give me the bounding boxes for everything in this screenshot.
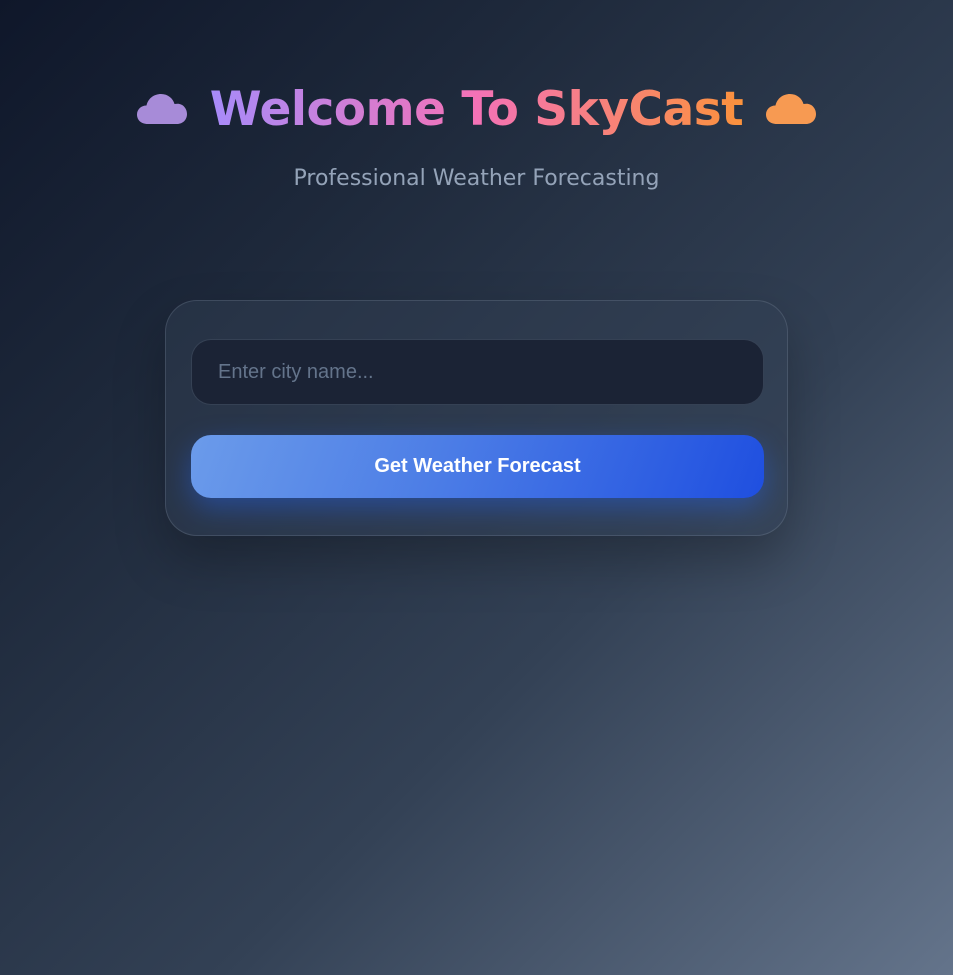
cloud-icon [765,92,817,128]
page-header: Welcome To SkyCast [0,78,953,142]
page-subtitle: Professional Weather Forecasting [293,166,660,191]
search-card: Get Weather Forecast [165,300,788,536]
get-weather-forecast-button[interactable]: Get Weather Forecast [191,435,764,498]
page-title: Welcome To SkyCast [210,78,744,142]
city-search-input[interactable] [191,339,764,405]
cloud-icon [136,92,188,128]
